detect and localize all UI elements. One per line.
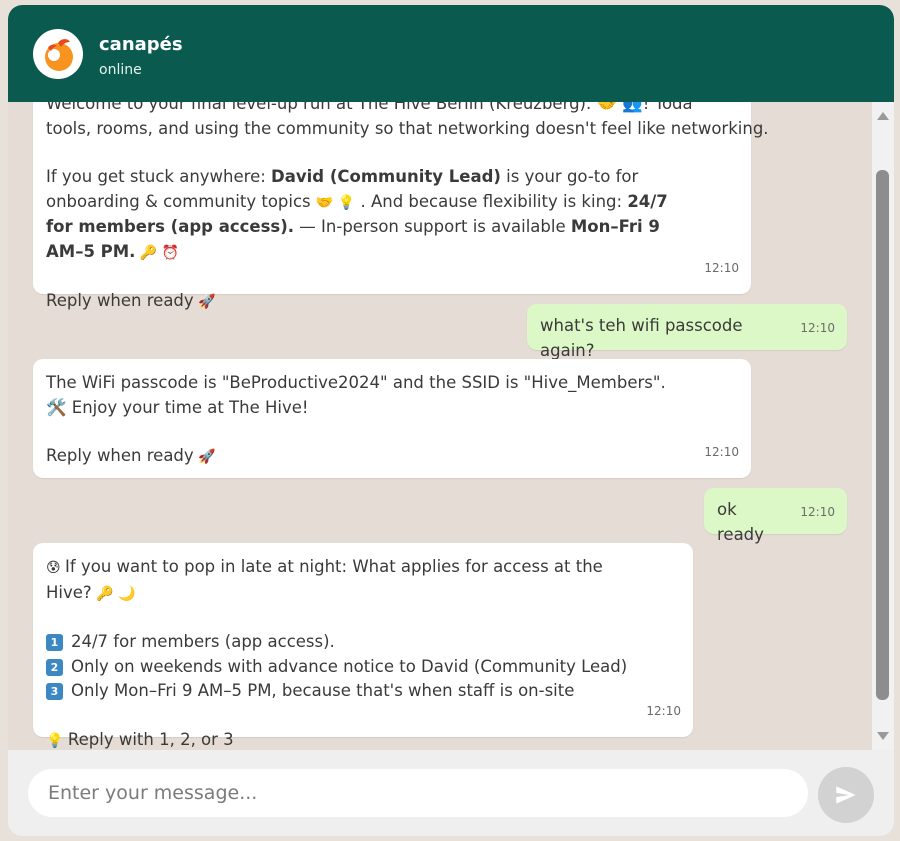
chat-window: canapés online Welcome to your final lev… [8, 5, 894, 836]
message-text: If you get stuck anywhere: David (Commun… [46, 167, 668, 261]
message-bubble-incoming: 😰 If you want to pop in late at night: W… [33, 543, 693, 749]
message-time: 12:10 [800, 504, 835, 519]
chat-title: canapés [99, 34, 183, 55]
message-text-cut: Welcome to your final level-up run at Th… [46, 102, 691, 113]
chat-status: online [99, 62, 142, 78]
message-text: what's teh wifi passcode again? [540, 316, 743, 360]
anxious-emoji: 😰 [46, 560, 66, 576]
number-1-icon: 1 [46, 634, 63, 651]
option-1: 1 24/7 for members (app access). [46, 630, 633, 655]
scroll-down-arrow-icon[interactable] [877, 732, 889, 740]
rocket-emoji: 🚀 [193, 294, 216, 310]
message-bubble-incoming: Welcome to your final level-up run at Th… [33, 102, 769, 310]
message-text: tools, rooms, and using the community so… [46, 118, 769, 138]
reply-prompt: Reply when ready 🚀 [46, 446, 216, 465]
message-time: 12:10 [646, 703, 681, 718]
avatar[interactable] [33, 29, 83, 79]
composer [8, 750, 894, 836]
message-text: ok ready [717, 500, 764, 544]
send-button[interactable] [818, 767, 874, 823]
rocket-emoji: 🚀 [193, 449, 216, 465]
message-bubble-outgoing: ok ready 12:10 [704, 488, 847, 544]
message-text: The WiFi passcode is "BeProductive2024" … [46, 373, 666, 417]
message-bubble-outgoing: what's teh wifi passcode again? 12:10 [527, 304, 847, 360]
option-3: 3 Only Mon–Fri 9 AM–5 PM, because that's … [46, 679, 633, 704]
send-arrow-icon [836, 786, 856, 804]
message-time: 12:10 [704, 444, 739, 459]
message-time: 12:10 [800, 320, 835, 335]
number-2-icon: 2 [46, 658, 63, 676]
scrollbar[interactable] [872, 102, 894, 750]
chat-header: canapés online [8, 5, 894, 102]
lightbulb-emoji: 💡 [46, 732, 68, 749]
question-text: 😰 If you want to pop in late at night: W… [46, 557, 603, 602]
emoji: 🔑 🌙 [91, 585, 136, 602]
message-list: Welcome to your final level-up run at Th… [8, 102, 894, 750]
number-3-icon: 3 [46, 683, 63, 700]
scroll-up-arrow-icon[interactable] [877, 112, 889, 120]
message-input[interactable] [28, 769, 808, 817]
canapes-logo-icon [45, 39, 73, 71]
hint-text: 💡 Reply with 1, 2, or 3 [46, 729, 234, 749]
emoji: 🤝 💡 [315, 194, 356, 211]
scrollbar-thumb[interactable] [876, 170, 889, 700]
option-2: 2 Only on weekends with advance notice to… [46, 655, 633, 680]
message-bubble-incoming: The WiFi passcode is "BeProductive2024" … [33, 359, 751, 478]
message-time: 12:10 [704, 260, 739, 275]
emoji: 🔑 ⏰ [135, 244, 180, 261]
